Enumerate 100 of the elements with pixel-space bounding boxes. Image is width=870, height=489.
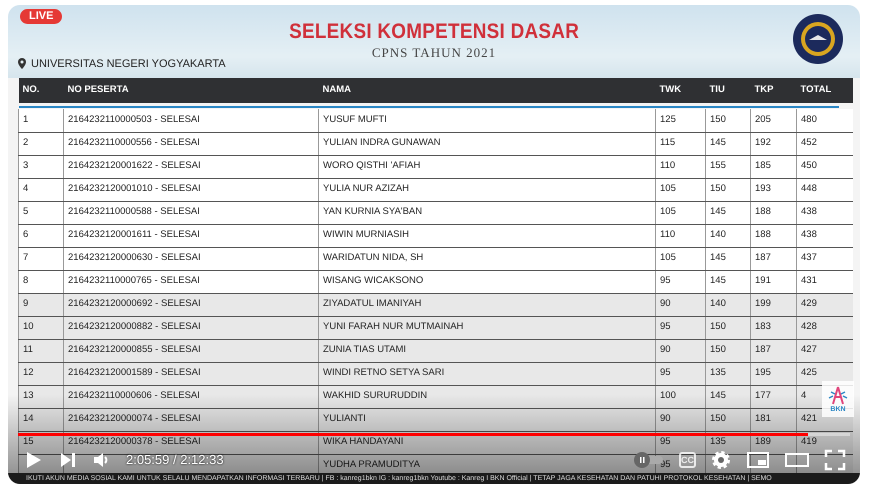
table-cell: 10: [23, 321, 34, 332]
table-cell: 2164232120000855 - SELESAI: [68, 344, 201, 356]
table-cell: 427: [801, 344, 817, 356]
table-cell: 15: [23, 436, 34, 448]
emblem-icon: [792, 13, 844, 65]
table-cell: 125: [660, 114, 676, 126]
table-cell: 95: [660, 367, 671, 378]
column-header: TWK: [656, 78, 706, 103]
table-cell: 2164232110000588 - SELESAI: [68, 206, 200, 218]
table-cell: 425: [801, 367, 817, 378]
table-cell: YULIAN INDRA GUNAWAN: [323, 137, 441, 148]
table-cell: 2164232120000630 - SELESAI: [68, 252, 201, 264]
table-cell: 8: [23, 275, 28, 286]
table-cell: WISANG WICAKSONO: [323, 275, 424, 286]
table-cell: 11: [23, 344, 33, 356]
table-cell: 7: [23, 252, 28, 264]
table-cell: 187: [755, 344, 771, 356]
table-cell: 438: [801, 206, 817, 218]
table-cell: 3: [23, 160, 28, 172]
table-cell: 2164232120001010 - SELESAI: [68, 183, 201, 194]
column-header: TKP: [750, 78, 796, 103]
table-cell: 191: [755, 275, 771, 286]
table-cell: 150: [710, 183, 726, 194]
fullscreen-button[interactable]: [824, 449, 846, 471]
table-cell: YUNI FARAH NUR MUTMAINAH: [323, 321, 464, 332]
time-display: 2:05:59 / 2:12:33: [126, 451, 224, 470]
table-cell: 145: [710, 252, 726, 264]
table-cell: 448: [801, 183, 817, 194]
location-pin-icon: [18, 58, 26, 70]
table-cell: 135: [710, 436, 726, 448]
table-cell: 95: [660, 275, 671, 286]
theater-button[interactable]: [784, 450, 810, 470]
table-cell: 2164232110000556 - SELESAI: [68, 137, 200, 148]
table-cell: 192: [755, 137, 771, 148]
table-cell: 429: [801, 298, 817, 310]
table-cell: 181: [755, 413, 771, 424]
settings-button[interactable]: [710, 449, 732, 471]
table-cell: 199: [755, 298, 771, 310]
table-cell: 450: [801, 160, 817, 172]
table-cell: 421: [801, 413, 817, 424]
table-cell: YUSUF MUFTI: [323, 114, 387, 126]
table-cell: WINDI RETNO SETYA SARI: [323, 367, 444, 378]
table-cell: 9: [23, 298, 28, 310]
table-cell: 2164232120001589 - SELESAI: [68, 367, 201, 378]
table-cell: 452: [801, 137, 817, 148]
table-cell: 155: [710, 160, 726, 172]
table-cell: YAN KURNIA SYA'BAN: [323, 206, 422, 218]
table-cell: 188: [755, 206, 771, 218]
table-cell: 95: [660, 321, 671, 332]
table-cell: 177: [755, 390, 771, 402]
table-cell: 2164232120000378 - SELESAI: [68, 436, 201, 448]
table-cell: 2164232120001622 - SELESAI: [68, 160, 201, 172]
column-header: TOTAL: [796, 78, 852, 103]
table-cell: 431: [801, 275, 817, 286]
live-badge: LIVE: [20, 9, 62, 24]
next-button[interactable]: [58, 450, 78, 470]
table-cell: 419: [801, 436, 817, 448]
table-cell: 2164232120000074 - SELESAI: [68, 413, 201, 424]
table-cell: 100: [660, 390, 676, 402]
table-cell: WAKHID SURURUDDIN: [323, 390, 428, 402]
table-cell: 12: [23, 367, 34, 378]
table-cell: 105: [660, 183, 676, 194]
table-cell: 187: [755, 252, 771, 264]
table-cell: 115: [660, 137, 676, 148]
table-cell: 5: [23, 206, 28, 218]
table-cell: 205: [755, 114, 771, 126]
table-cell: 105: [660, 206, 676, 218]
table-cell: 4: [801, 390, 806, 402]
table-cell: ZUNIA TIAS UTAMI: [323, 344, 406, 356]
table-cell: 140: [710, 229, 726, 240]
table-cell: 90: [660, 344, 671, 356]
header-title: SELEKSI KOMPETENSI DASAR: [288, 20, 579, 44]
table-cell: 95: [660, 436, 671, 448]
table-cell: 428: [801, 321, 817, 332]
captions-button[interactable]: CC: [679, 452, 696, 468]
table-cell: 2164232110000765 - SELESAI: [68, 275, 200, 286]
table-cell: 6: [23, 229, 28, 240]
table-cell: 145: [710, 206, 726, 218]
table-cell: 2164232110000503 - SELESAI: [68, 114, 200, 126]
table-cell: WARIDATUN NIDA, SH: [323, 252, 424, 264]
table-cell: 105: [660, 252, 676, 264]
table-cell: WIWIN MURNIASIH: [323, 229, 410, 240]
table-cell: 150: [710, 344, 726, 356]
table-cell: YULIANTI: [323, 413, 366, 424]
table-cell: 150: [710, 114, 726, 126]
table-cell: 480: [801, 114, 817, 126]
table-cell: 437: [801, 252, 817, 264]
table-cell: 145: [710, 390, 726, 402]
table-cell: 135: [710, 367, 726, 378]
table-cell: 189: [755, 436, 771, 448]
table-cell: WORO QISTHI 'AFIAH: [323, 160, 420, 172]
miniplayer-button[interactable]: [746, 450, 770, 470]
column-header: NAMA: [318, 78, 656, 103]
table-cell: 2164232120000692 - SELESAI: [68, 298, 201, 310]
table-cell: 2: [23, 137, 28, 148]
table-cell: 1: [23, 114, 28, 126]
table-cell: 14: [23, 413, 34, 424]
table-cell: 13: [23, 390, 34, 402]
table-cell: 185: [755, 160, 771, 172]
table-cell: 150: [710, 321, 726, 332]
